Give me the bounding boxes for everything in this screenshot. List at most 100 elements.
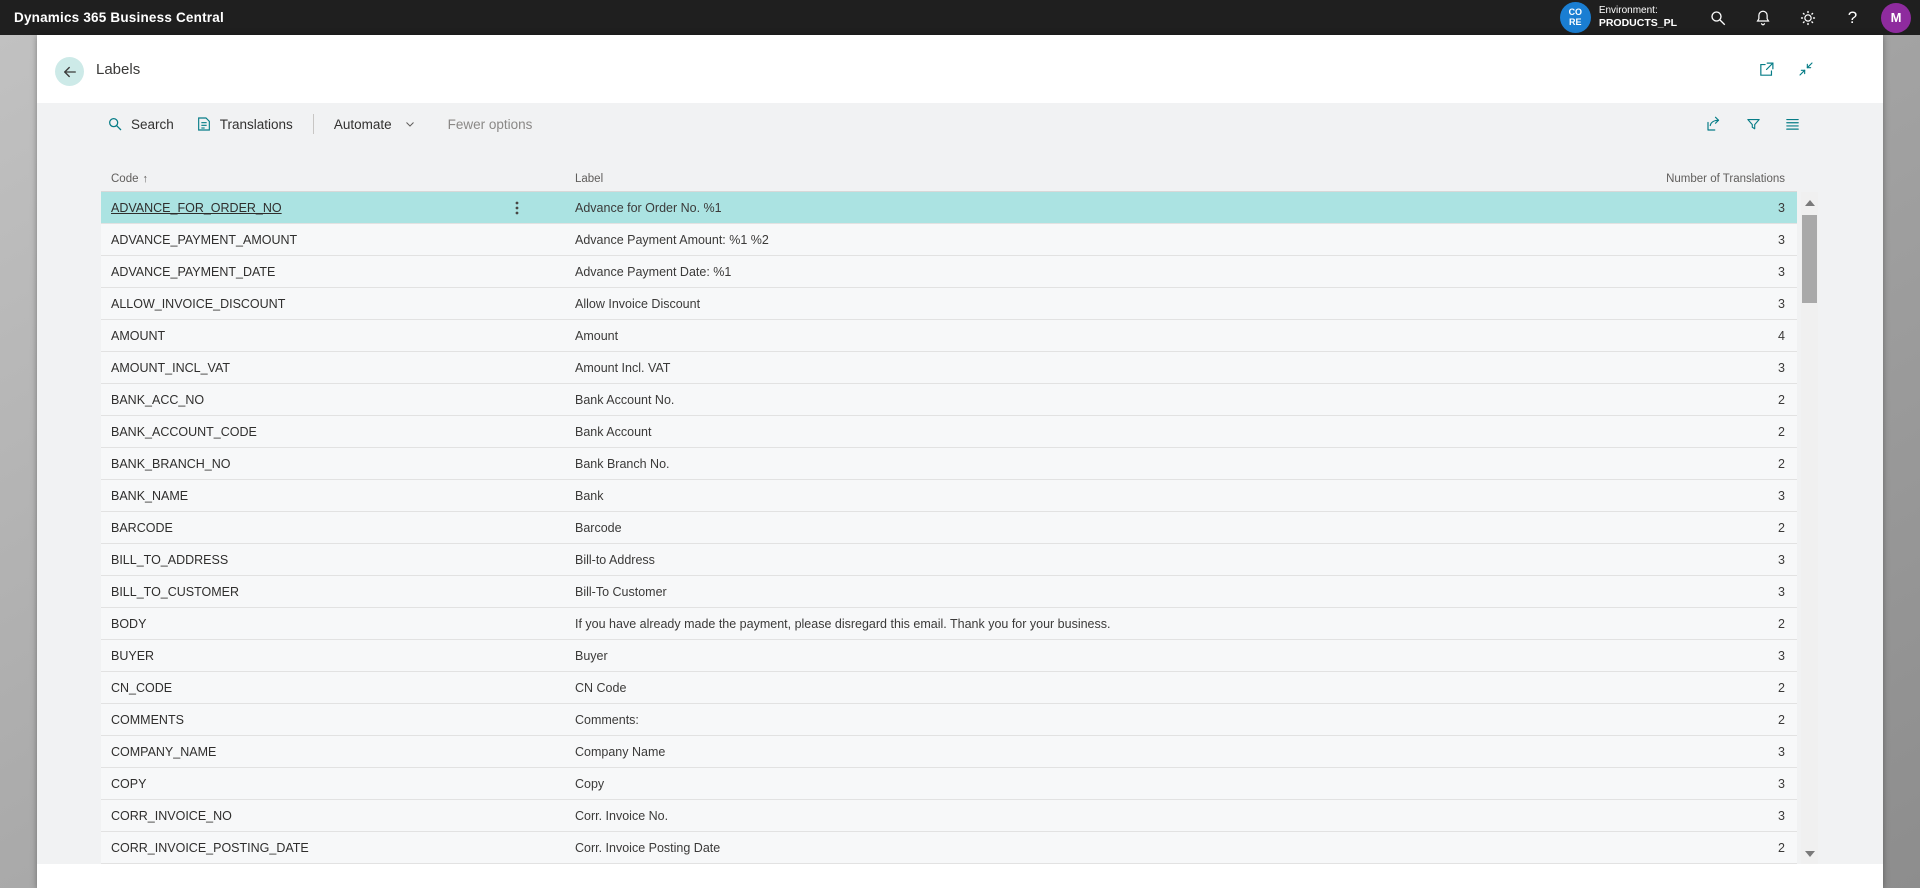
row-label-cell: Barcode (575, 521, 1610, 535)
table-row[interactable]: CORR_INVOICE_POSTING_DATE Corr. Invoice … (101, 832, 1797, 864)
table-row[interactable]: BANK_BRANCH_NO Bank Branch No. 2 (101, 448, 1797, 480)
scrollbar-thumb[interactable] (1802, 215, 1817, 303)
row-translations-cell: 3 (1610, 745, 1797, 759)
row-code-link[interactable]: BANK_ACC_NO (101, 393, 459, 407)
gear-icon[interactable] (1785, 0, 1830, 35)
column-header-translations[interactable]: Number of Translations (1610, 173, 1797, 185)
translations-button[interactable]: Translations (190, 112, 299, 136)
row-code-link[interactable]: BANK_BRANCH_NO (101, 457, 459, 471)
open-in-new-window-icon[interactable] (1753, 56, 1779, 82)
share-icon[interactable] (1701, 111, 1727, 137)
translations-label: Translations (220, 117, 293, 132)
row-code-link[interactable]: ADVANCE_FOR_ORDER_NO (101, 201, 459, 215)
table-row[interactable]: BILL_TO_CUSTOMER Bill-To Customer 3 (101, 576, 1797, 608)
row-label-cell: Buyer (575, 649, 1610, 663)
toolbar-divider (313, 114, 314, 134)
row-code-link[interactable]: COMMENTS (101, 713, 459, 727)
sort-ascending-icon: ↑ (143, 173, 149, 185)
table-row[interactable]: BUYER Buyer 3 (101, 640, 1797, 672)
row-code-link[interactable]: BODY (101, 617, 459, 631)
row-translations-cell: 2 (1610, 617, 1797, 631)
column-header-code[interactable]: Code ↑ (101, 173, 459, 185)
row-label-cell: Bank Branch No. (575, 457, 1610, 471)
row-translations-cell: 2 (1610, 681, 1797, 695)
row-translations-cell: 4 (1610, 329, 1797, 343)
environment-chip[interactable]: CO RE Environment: PRODUCTS_PL (1560, 2, 1677, 33)
row-code-link[interactable]: CORR_INVOICE_POSTING_DATE (101, 841, 459, 855)
environment-label: Environment: (1599, 5, 1677, 17)
row-code-link[interactable]: CORR_INVOICE_NO (101, 809, 459, 823)
page-header: Labels (37, 35, 1883, 103)
table-row[interactable]: BANK_ACC_NO Bank Account No. 2 (101, 384, 1797, 416)
row-label-cell: Company Name (575, 745, 1610, 759)
table-row[interactable]: AMOUNT Amount 4 (101, 320, 1797, 352)
row-translations-cell: 2 (1610, 521, 1797, 535)
app-title[interactable]: Dynamics 365 Business Central (0, 10, 224, 25)
filter-icon[interactable] (1740, 111, 1766, 137)
row-code-link[interactable]: BARCODE (101, 521, 459, 535)
table-row[interactable]: BARCODE Barcode 2 (101, 512, 1797, 544)
back-button[interactable] (55, 57, 84, 86)
row-translations-cell: 3 (1610, 361, 1797, 375)
scroll-up-arrow[interactable] (1801, 194, 1818, 211)
table-row[interactable]: ALLOW_INVOICE_DISCOUNT Allow Invoice Dis… (101, 288, 1797, 320)
row-label-cell: Bill-To Customer (575, 585, 1610, 599)
row-code-link[interactable]: BANK_NAME (101, 489, 459, 503)
row-translations-cell: 3 (1610, 265, 1797, 279)
table-row[interactable]: COMMENTS Comments: 2 (101, 704, 1797, 736)
row-code-link[interactable]: BILL_TO_ADDRESS (101, 553, 459, 567)
row-code-link[interactable]: COPY (101, 777, 459, 791)
table-row[interactable]: CORR_INVOICE_NO Corr. Invoice No. 3 (101, 800, 1797, 832)
row-code-link[interactable]: AMOUNT (101, 329, 459, 343)
row-label-cell: Copy (575, 777, 1610, 791)
table-row[interactable]: COMPANY_NAME Company Name 3 (101, 736, 1797, 768)
row-label-cell: Advance for Order No. %1 (575, 201, 1610, 215)
page-card: Labels Search (37, 35, 1883, 888)
row-label-cell: Corr. Invoice No. (575, 809, 1610, 823)
table-row[interactable]: AMOUNT_INCL_VAT Amount Incl. VAT 3 (101, 352, 1797, 384)
table-row[interactable]: ADVANCE_PAYMENT_AMOUNT Advance Payment A… (101, 224, 1797, 256)
row-code-link[interactable]: ALLOW_INVOICE_DISCOUNT (101, 297, 459, 311)
row-code-link[interactable]: CN_CODE (101, 681, 459, 695)
table-row[interactable]: BANK_ACCOUNT_CODE Bank Account 2 (101, 416, 1797, 448)
row-code-link[interactable]: BANK_ACCOUNT_CODE (101, 425, 459, 439)
row-code-link[interactable]: BUYER (101, 649, 459, 663)
row-code-link[interactable]: ADVANCE_PAYMENT_AMOUNT (101, 233, 459, 247)
table-row[interactable]: BODY If you have already made the paymen… (101, 608, 1797, 640)
table-row[interactable]: BILL_TO_ADDRESS Bill-to Address 3 (101, 544, 1797, 576)
automate-menu[interactable]: Automate (328, 113, 422, 136)
search-button[interactable]: Search (101, 112, 180, 136)
help-icon[interactable]: ? (1830, 0, 1875, 35)
action-bar: Search Translations Automate Fewer optio… (101, 107, 1819, 141)
table-row[interactable]: BANK_NAME Bank 3 (101, 480, 1797, 512)
avatar[interactable]: M (1881, 3, 1911, 33)
row-translations-cell: 2 (1610, 713, 1797, 727)
table-row[interactable]: ADVANCE_PAYMENT_DATE Advance Payment Dat… (101, 256, 1797, 288)
table-row[interactable]: COPY Copy 3 (101, 768, 1797, 800)
row-code-link[interactable]: ADVANCE_PAYMENT_DATE (101, 265, 459, 279)
fewer-options-button[interactable]: Fewer options (448, 117, 533, 132)
list-icon[interactable] (1779, 111, 1805, 137)
vertical-scrollbar[interactable] (1801, 192, 1818, 864)
row-translations-cell: 3 (1610, 649, 1797, 663)
row-translations-cell: 2 (1610, 841, 1797, 855)
row-translations-cell: 2 (1610, 393, 1797, 407)
table-row[interactable]: ADVANCE_FOR_ORDER_NO Advance for Order N… (101, 192, 1797, 224)
chevron-down-icon (404, 118, 416, 130)
column-header-label[interactable]: Label (575, 173, 1610, 185)
row-code-link[interactable]: COMPANY_NAME (101, 745, 459, 759)
table-row[interactable]: CN_CODE CN Code 2 (101, 672, 1797, 704)
scroll-down-arrow[interactable] (1801, 845, 1818, 862)
ellipsis-vertical-icon[interactable] (510, 200, 524, 216)
row-label-cell: Bank Account (575, 425, 1610, 439)
bell-icon[interactable] (1740, 0, 1785, 35)
row-code-link[interactable]: BILL_TO_CUSTOMER (101, 585, 459, 599)
automate-label: Automate (334, 117, 392, 132)
row-translations-cell: 3 (1610, 297, 1797, 311)
row-code-link[interactable]: AMOUNT_INCL_VAT (101, 361, 459, 375)
search-icon[interactable] (1695, 0, 1740, 35)
row-label-cell: Bill-to Address (575, 553, 1610, 567)
row-translations-cell: 3 (1610, 233, 1797, 247)
topbar: Dynamics 365 Business Central CO RE Envi… (0, 0, 1920, 35)
collapse-icon[interactable] (1793, 56, 1819, 82)
